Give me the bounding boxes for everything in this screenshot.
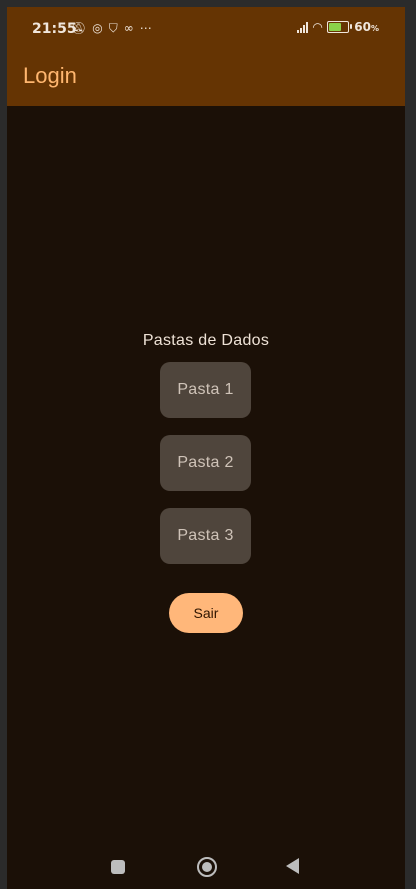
system-icons: ◠ 60% [297, 20, 379, 34]
status-time: 21:55 [32, 21, 77, 37]
app-bar-title: Login [23, 63, 77, 88]
folder-button-1[interactable]: Pasta 1 [160, 362, 251, 418]
shield-icon: ⛉ [108, 21, 118, 35]
folder-button-2[interactable]: Pasta 2 [160, 435, 251, 491]
battery-icon [327, 21, 353, 33]
main-content: Pastas de Dados Pasta 1 Pasta 2 Pasta 3 … [7, 106, 405, 889]
signal-icon [297, 21, 309, 33]
navigation-bar [7, 847, 405, 889]
wifi-icon: ◠ [313, 20, 323, 34]
exit-button[interactable]: Sair [169, 593, 243, 633]
whatsapp-icon: ◎ [92, 21, 103, 35]
app-bar: Login [7, 49, 405, 106]
status-bar: 21:55 🔕︎ ◎ ⛉ ∞ ⋯ ◠ 60% [7, 7, 405, 49]
notification-icons: 🔕︎ ◎ ⛉ ∞ ⋯ [71, 20, 152, 36]
home-icon[interactable] [197, 857, 217, 877]
more-icon: ⋯ [139, 21, 152, 35]
folders-heading: Pastas de Dados [142, 332, 270, 349]
back-icon[interactable] [286, 858, 299, 874]
mask-icon: ∞ [123, 21, 134, 35]
phone-screen: 21:55 🔕︎ ◎ ⛉ ∞ ⋯ ◠ 60% Login Pastas de D… [7, 7, 405, 889]
recents-icon[interactable] [111, 860, 125, 874]
battery-percent: 60% [354, 20, 379, 34]
battery-fill [329, 23, 342, 31]
folder-button-3[interactable]: Pasta 3 [160, 508, 251, 564]
muted-bell-icon: 🔕︎ [71, 21, 87, 35]
